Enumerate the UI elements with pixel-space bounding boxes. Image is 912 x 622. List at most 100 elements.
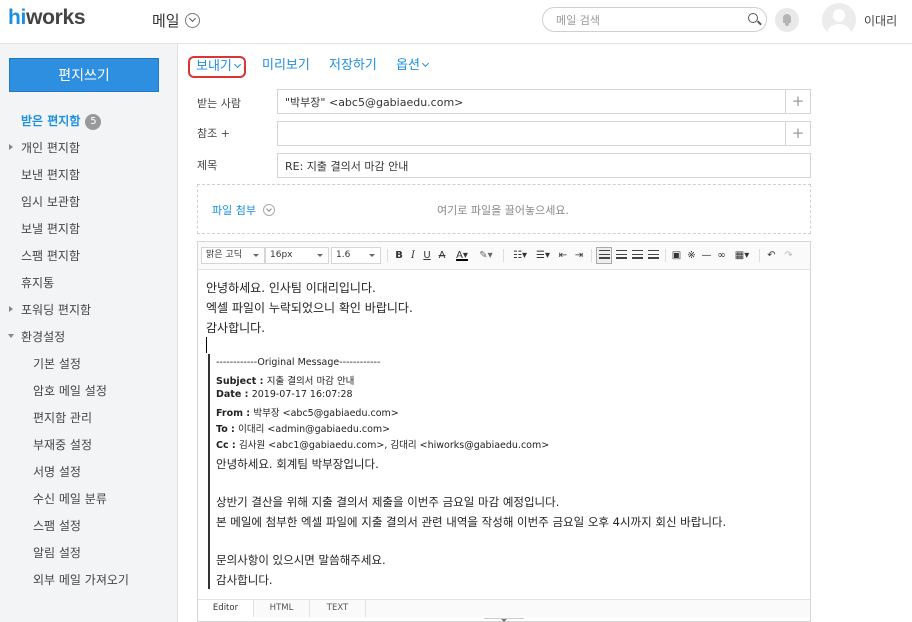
cc-label[interactable]: 참조 +: [197, 125, 230, 141]
settings-item-encrypted-mail[interactable]: 암호 메일 설정: [33, 382, 107, 399]
table-icon[interactable]: ▦▾: [731, 248, 753, 263]
sidebar-item-trash[interactable]: 휴지통: [21, 274, 54, 291]
sidebar-item-outbox[interactable]: 보낼 편지함: [21, 220, 80, 237]
ordered-list-icon[interactable]: ☷▾: [510, 248, 530, 263]
original-to: To : 이대리 <admin@gabiaedu.com>: [216, 424, 391, 435]
tab-editor[interactable]: Editor: [198, 600, 254, 617]
subject-label: 제목: [197, 159, 218, 172]
subject-value: RE: 지출 결의서 마감 안내: [285, 160, 409, 173]
chevron-down-icon[interactable]: [185, 13, 200, 28]
bold-icon[interactable]: B: [393, 248, 405, 263]
attach-file-button[interactable]: 파일 첨부: [212, 202, 256, 218]
caret-down-icon[interactable]: [8, 334, 14, 338]
add-recipient-button[interactable]: +: [785, 90, 810, 113]
body-line: 엑셀 파일이 누락되었으니 확인 바랍니다.: [206, 301, 413, 315]
settings-item-basic[interactable]: 기본 설정: [33, 355, 81, 372]
align-center-icon[interactable]: [616, 250, 627, 260]
sidebar-item-sent[interactable]: 보낸 편지함: [21, 166, 80, 183]
outdent-icon[interactable]: ⇤: [556, 248, 570, 263]
quoted-line: 본 메일에 첨부한 엑셀 파일에 지출 결의서 관련 내역을 작성해 이번주 금…: [216, 515, 727, 529]
username[interactable]: 이대리: [864, 12, 897, 29]
settings-item-external-mail[interactable]: 외부 메일 가져오기: [33, 571, 129, 588]
compose-button[interactable]: 편지쓰기: [9, 58, 159, 92]
horizontal-rule-icon[interactable]: —: [700, 248, 713, 263]
body-line: 감사합니다.: [206, 321, 266, 335]
options-button[interactable]: 옵션: [396, 56, 429, 76]
search-icon[interactable]: [748, 13, 758, 23]
sidebar-item-personal[interactable]: 개인 편지함: [21, 139, 80, 156]
font-size-select[interactable]: 16px: [265, 247, 329, 264]
to-field[interactable]: "박부장" <abc5@gabiaedu.com> +: [277, 89, 811, 114]
sidebar-item-inbox[interactable]: 받은 편지함 5: [21, 112, 102, 130]
hiworks-logo[interactable]: hiworks: [8, 6, 86, 30]
editor-resize-handle[interactable]: [484, 618, 524, 622]
indent-icon[interactable]: ⇥: [572, 248, 586, 263]
to-label: 받는 사람: [197, 97, 241, 110]
redo-icon[interactable]: ↷: [782, 248, 795, 263]
underline-icon[interactable]: U: [421, 248, 433, 263]
image-icon[interactable]: ▣: [670, 248, 683, 263]
toolbar-divider: [759, 249, 760, 262]
font-family-select[interactable]: 맑은 고딕: [201, 247, 265, 264]
sidebar-item-settings[interactable]: 환경설정: [21, 328, 65, 345]
settings-item-mailbox-manage[interactable]: 편지함 관리: [33, 409, 92, 426]
toolbar-divider: [387, 249, 388, 262]
settings-item-signature[interactable]: 서명 설정: [33, 463, 81, 480]
body-line: 안녕하세요. 인사팀 이대리입니다.: [206, 281, 376, 295]
subject-field[interactable]: RE: 지출 결의서 마감 안내: [277, 153, 811, 178]
top-bar: hiworks 메일 이대리: [0, 0, 912, 44]
search-box: [542, 7, 767, 32]
original-divider: ------------Original Message------------: [216, 357, 381, 368]
sidebar-item-forwarding[interactable]: 포워딩 편지함: [21, 301, 91, 318]
original-from: From : 박부장 <abc5@gabiaedu.com>: [216, 408, 399, 419]
chevron-down-icon[interactable]: [263, 204, 275, 216]
send-button[interactable]: 보내기: [188, 56, 246, 78]
settings-item-absence[interactable]: 부재중 설정: [33, 436, 92, 453]
bell-icon[interactable]: [775, 8, 799, 32]
font-color-icon[interactable]: A▾: [453, 248, 471, 263]
add-cc-button[interactable]: +: [785, 122, 810, 145]
highlight-color-icon[interactable]: ✎▾: [476, 248, 496, 263]
preview-button[interactable]: 미리보기: [262, 56, 310, 76]
undo-icon[interactable]: ↶: [765, 248, 778, 263]
original-date: Date : 2019-07-17 16:07:28: [216, 389, 353, 400]
link-icon[interactable]: ∞: [715, 248, 728, 263]
strikethrough-icon[interactable]: A: [436, 248, 448, 263]
toolbar-divider: [503, 249, 504, 262]
editor-body[interactable]: 안녕하세요. 인사팀 이대리입니다. 엑셀 파일이 누락되었으니 확인 바랍니다…: [198, 271, 810, 599]
tab-html[interactable]: HTML: [254, 600, 310, 617]
italic-icon[interactable]: I: [407, 248, 419, 263]
sidebar-item-spam[interactable]: 스팸 편지함: [21, 247, 80, 264]
sidebar: 편지쓰기 받은 편지함 5 개인 편지함 보낸 편지함 임시 보관함 보낼 편지함…: [0, 44, 178, 622]
search-input[interactable]: [556, 12, 736, 28]
quoted-line: 상반기 결산을 위해 지출 결의서 제출을 이번주 금요일 마감 예정입니다.: [216, 495, 560, 509]
text-cursor: [206, 337, 207, 353]
toolbar-divider: [591, 249, 592, 262]
line-height-select[interactable]: 1.6: [331, 247, 381, 264]
save-button[interactable]: 저장하기: [329, 56, 377, 76]
attachment-dropzone[interactable]: 파일 첨부 여기로 파일을 끌어놓으세요.: [197, 184, 811, 234]
recipient-value: "박부장" <abc5@gabiaedu.com>: [285, 96, 464, 109]
tab-text[interactable]: TEXT: [310, 600, 366, 617]
align-justify-icon[interactable]: [648, 250, 659, 260]
quoted-line: 감사합니다.: [216, 573, 273, 587]
chevron-down-icon: [421, 59, 429, 68]
caret-right-icon[interactable]: [9, 144, 13, 150]
app-title[interactable]: 메일: [152, 10, 180, 31]
sidebar-item-drafts[interactable]: 임시 보관함: [21, 193, 80, 210]
caret-right-icon[interactable]: [9, 306, 13, 312]
editor-mode-tabs: Editor HTML TEXT: [198, 599, 810, 617]
settings-item-notification[interactable]: 알림 설정: [33, 544, 81, 561]
chevron-down-icon: [233, 60, 241, 69]
quoted-line: 안녕하세요. 회계팀 박부장입니다.: [216, 457, 379, 471]
settings-item-mail-filter[interactable]: 수신 메일 분류: [33, 490, 107, 507]
avatar[interactable]: [822, 3, 856, 37]
special-char-icon[interactable]: ※: [685, 248, 698, 263]
align-left-icon: [599, 250, 610, 260]
toolbar-divider: [665, 249, 666, 262]
align-right-icon[interactable]: [632, 250, 643, 260]
settings-item-spam[interactable]: 스팸 설정: [33, 517, 81, 534]
editor-toolbar: 맑은 고딕 16px 1.6 B I U A A▾ ✎▾ ☷▾ ☰▾ ⇤ ⇥ ▣…: [198, 242, 810, 270]
bullet-list-icon[interactable]: ☰▾: [533, 248, 553, 263]
cc-field[interactable]: +: [277, 121, 811, 146]
